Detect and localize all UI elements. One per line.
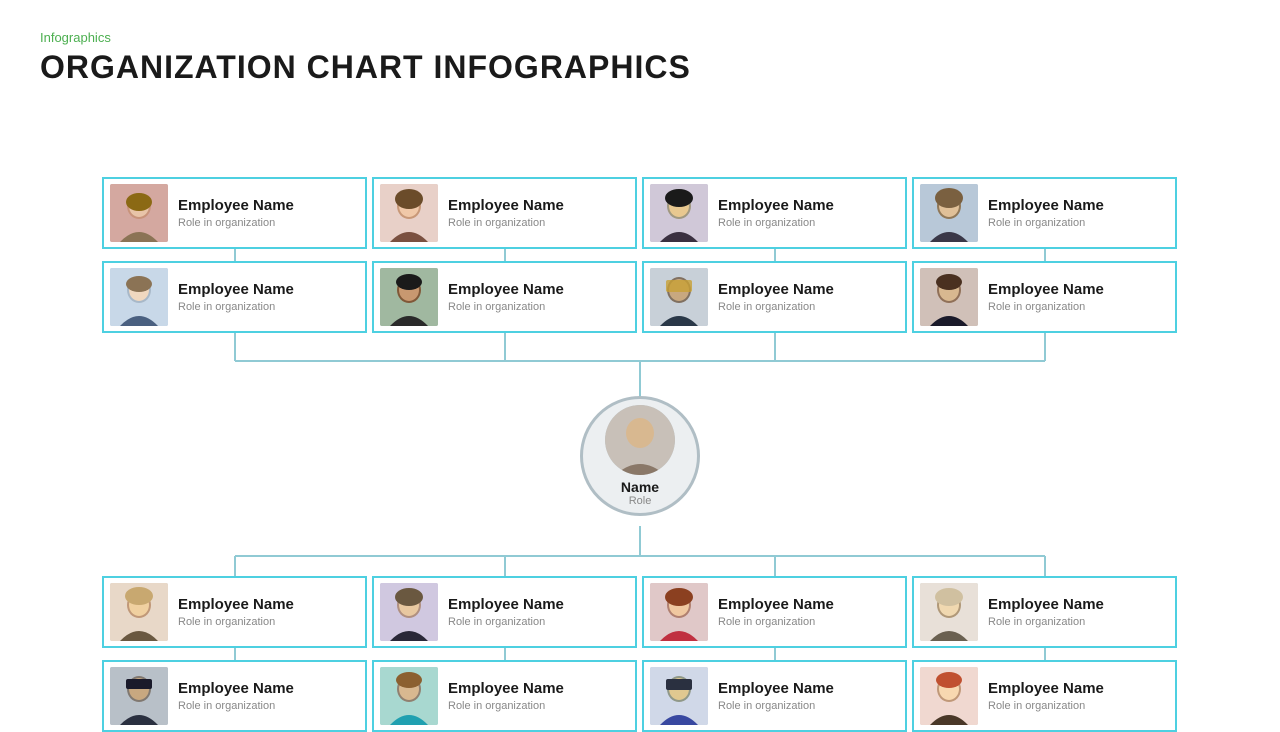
card-top-3-2: Employee Name Role in organization xyxy=(642,261,907,333)
center-node: Name Role xyxy=(580,396,700,516)
emp-role-top-2-2: Role in organization xyxy=(448,301,564,313)
card-bot-2-2: Employee Name Role in organization xyxy=(372,660,637,732)
emp-info-top-4-1: Employee Name Role in organization xyxy=(988,197,1104,229)
org-chart: Employee Name Role in organization Emplo… xyxy=(40,106,1240,716)
page: Infographics ORGANIZATION CHART INFOGRAP… xyxy=(0,0,1280,720)
emp-role-bot-1-1: Role in organization xyxy=(178,616,294,628)
emp-role-bot-4-2: Role in organization xyxy=(988,700,1104,712)
avatar-bot-1-2 xyxy=(110,667,168,725)
emp-name-bot-4-2: Employee Name xyxy=(988,680,1104,698)
emp-role-bot-4-1: Role in organization xyxy=(988,616,1104,628)
emp-info-bot-4-1: Employee Name Role in organization xyxy=(988,596,1104,628)
emp-name-top-4-1: Employee Name xyxy=(988,197,1104,215)
emp-role-bot-3-2: Role in organization xyxy=(718,700,834,712)
card-bot-4-2: Employee Name Role in organization xyxy=(912,660,1177,732)
emp-info-bot-3-1: Employee Name Role in organization xyxy=(718,596,834,628)
emp-info-top-3-2: Employee Name Role in organization xyxy=(718,281,834,313)
card-bot-3-1: Employee Name Role in organization xyxy=(642,576,907,648)
avatar-bot-3-2 xyxy=(650,667,708,725)
emp-name-bot-1-1: Employee Name xyxy=(178,596,294,614)
emp-name-top-1-2: Employee Name xyxy=(178,281,294,299)
emp-role-bot-1-2: Role in organization xyxy=(178,700,294,712)
emp-role-bot-3-1: Role in organization xyxy=(718,616,834,628)
avatar-bot-2-1 xyxy=(380,583,438,641)
avatar-bot-4-1 xyxy=(920,583,978,641)
avatar-top-1-1 xyxy=(110,184,168,242)
header-label: Infographics xyxy=(40,30,1240,45)
emp-role-top-4-2: Role in organization xyxy=(988,301,1104,313)
card-top-2-2: Employee Name Role in organization xyxy=(372,261,637,333)
card-top-1-2: Employee Name Role in organization xyxy=(102,261,367,333)
emp-name-top-2-2: Employee Name xyxy=(448,281,564,299)
card-bot-2-1: Employee Name Role in organization xyxy=(372,576,637,648)
emp-info-bot-4-2: Employee Name Role in organization xyxy=(988,680,1104,712)
card-bot-1-1: Employee Name Role in organization xyxy=(102,576,367,648)
emp-name-bot-1-2: Employee Name xyxy=(178,680,294,698)
emp-role-top-2-1: Role in organization xyxy=(448,217,564,229)
emp-name-bot-4-1: Employee Name xyxy=(988,596,1104,614)
emp-role-top-3-2: Role in organization xyxy=(718,301,834,313)
avatar-top-2-2 xyxy=(380,268,438,326)
emp-info-top-2-1: Employee Name Role in organization xyxy=(448,197,564,229)
emp-name-top-2-1: Employee Name xyxy=(448,197,564,215)
card-bot-1-2: Employee Name Role in organization xyxy=(102,660,367,732)
avatar-top-4-2 xyxy=(920,268,978,326)
emp-role-top-4-1: Role in organization xyxy=(988,217,1104,229)
avatar-top-4-1 xyxy=(920,184,978,242)
avatar-top-3-2 xyxy=(650,268,708,326)
emp-info-bot-2-2: Employee Name Role in organization xyxy=(448,680,564,712)
emp-info-top-4-2: Employee Name Role in organization xyxy=(988,281,1104,313)
emp-info-bot-1-1: Employee Name Role in organization xyxy=(178,596,294,628)
center-avatar xyxy=(605,405,675,475)
emp-role-bot-2-2: Role in organization xyxy=(448,700,564,712)
emp-role-top-3-1: Role in organization xyxy=(718,217,834,229)
card-top-4-2: Employee Name Role in organization xyxy=(912,261,1177,333)
card-top-3-1: Employee Name Role in organization xyxy=(642,177,907,249)
avatar-top-2-1 xyxy=(380,184,438,242)
emp-name-top-1-1: Employee Name xyxy=(178,197,294,215)
avatar-bot-4-2 xyxy=(920,667,978,725)
emp-info-top-3-1: Employee Name Role in organization xyxy=(718,197,834,229)
emp-info-top-2-2: Employee Name Role in organization xyxy=(448,281,564,313)
avatar-top-3-1 xyxy=(650,184,708,242)
avatar-bot-3-1 xyxy=(650,583,708,641)
emp-name-bot-2-2: Employee Name xyxy=(448,680,564,698)
emp-name-top-3-1: Employee Name xyxy=(718,197,834,215)
center-role: Role xyxy=(629,495,652,507)
emp-name-top-4-2: Employee Name xyxy=(988,281,1104,299)
avatar-bot-2-2 xyxy=(380,667,438,725)
page-title: ORGANIZATION CHART INFOGRAPHICS xyxy=(40,49,1240,86)
card-bot-3-2: Employee Name Role in organization xyxy=(642,660,907,732)
card-top-1-1: Employee Name Role in organization xyxy=(102,177,367,249)
emp-name-top-3-2: Employee Name xyxy=(718,281,834,299)
emp-info-top-1-2: Employee Name Role in organization xyxy=(178,281,294,313)
avatar-bot-1-1 xyxy=(110,583,168,641)
card-top-2-1: Employee Name Role in organization xyxy=(372,177,637,249)
emp-role-bot-2-1: Role in organization xyxy=(448,616,564,628)
emp-info-bot-1-2: Employee Name Role in organization xyxy=(178,680,294,712)
emp-info-bot-2-1: Employee Name Role in organization xyxy=(448,596,564,628)
emp-role-top-1-2: Role in organization xyxy=(178,301,294,313)
emp-role-top-1-1: Role in organization xyxy=(178,217,294,229)
card-top-4-1: Employee Name Role in organization xyxy=(912,177,1177,249)
card-bot-4-1: Employee Name Role in organization xyxy=(912,576,1177,648)
avatar-top-1-2 xyxy=(110,268,168,326)
emp-name-bot-2-1: Employee Name xyxy=(448,596,564,614)
emp-name-bot-3-2: Employee Name xyxy=(718,680,834,698)
emp-name-bot-3-1: Employee Name xyxy=(718,596,834,614)
center-name: Name xyxy=(621,479,659,495)
emp-info-top-1-1: Employee Name Role in organization xyxy=(178,197,294,229)
emp-info-bot-3-2: Employee Name Role in organization xyxy=(718,680,834,712)
